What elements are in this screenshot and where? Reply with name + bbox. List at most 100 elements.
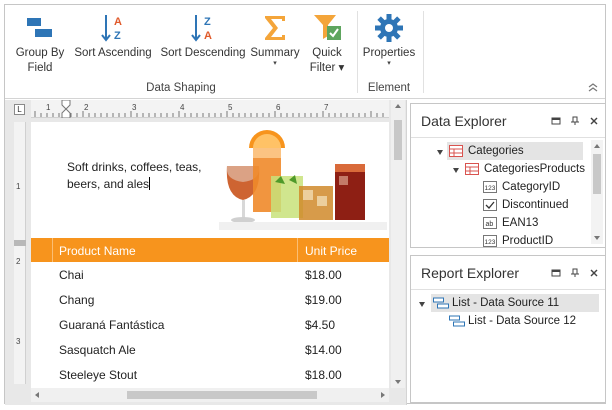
table-row[interactable]: Sasquatch Ale $14.00 bbox=[31, 338, 389, 363]
pin-icon[interactable] bbox=[570, 268, 580, 278]
gear-icon bbox=[372, 11, 406, 45]
tree-item-label: List - Data Source 11 bbox=[452, 297, 560, 309]
sort-descending-label: Sort Descending bbox=[160, 47, 246, 59]
vertical-scrollbar[interactable] bbox=[391, 100, 405, 388]
quick-filter-label-2: Filter ▾ bbox=[309, 62, 345, 74]
svg-text:123: 123 bbox=[485, 239, 496, 246]
svg-text:A: A bbox=[114, 16, 122, 28]
ruler-mark: 3 bbox=[132, 103, 137, 112]
category-picture[interactable] bbox=[219, 126, 387, 230]
report-page[interactable]: Soft drinks, coffees, teas, beers, and a… bbox=[31, 122, 389, 388]
maximize-icon[interactable] bbox=[551, 116, 561, 126]
ruler-mark: 1 bbox=[16, 182, 21, 191]
table-row[interactable]: Guaraná Fantástica $4.50 bbox=[31, 313, 389, 338]
ruler-mark: 2 bbox=[84, 103, 89, 112]
ruler-band-marker bbox=[14, 240, 26, 246]
ruler-mark: 7 bbox=[324, 103, 329, 112]
maximize-icon[interactable] bbox=[551, 268, 561, 278]
data-explorer-panel: Data Explorer Categories CategoriesProdu… bbox=[410, 103, 606, 248]
product-name-cell: Steeleye Stout bbox=[59, 368, 138, 382]
tree-item-discontinued[interactable]: Discontinued bbox=[483, 196, 568, 214]
tree-item-categoryid[interactable]: 123 CategoryID bbox=[483, 178, 560, 196]
collapse-arrow-icon[interactable] bbox=[437, 150, 443, 155]
data-explorer-header: Data Explorer bbox=[411, 104, 605, 138]
svg-text:Z: Z bbox=[114, 30, 121, 42]
table-header[interactable]: Product Name Unit Price bbox=[31, 238, 389, 262]
category-description-label[interactable]: Soft drinks, coffees, teas, beers, and a… bbox=[67, 159, 217, 193]
summary-button[interactable]: Summary ▾ bbox=[247, 11, 303, 79]
data-explorer-scrollbar[interactable] bbox=[591, 140, 603, 244]
column-divider bbox=[297, 238, 298, 262]
group-label-data-shaping: Data Shaping bbox=[146, 82, 216, 94]
table-icon bbox=[465, 163, 479, 175]
svg-text:A: A bbox=[204, 30, 212, 42]
group-separator bbox=[357, 11, 358, 93]
quick-filter-icon bbox=[310, 11, 344, 45]
number-field-icon: 123 bbox=[483, 235, 497, 247]
ruler-mark: 4 bbox=[180, 103, 185, 112]
table-row[interactable]: Chai $18.00 bbox=[31, 263, 389, 288]
product-name-cell: Chang bbox=[59, 293, 95, 307]
tree-item-label: CategoriesProducts bbox=[484, 163, 585, 175]
tree-item-productid[interactable]: 123 ProductID bbox=[483, 232, 553, 250]
collapse-arrow-icon[interactable] bbox=[419, 302, 425, 307]
table-icon bbox=[449, 145, 463, 157]
sort-ascending-button[interactable]: A Z Sort Ascending bbox=[73, 11, 153, 79]
boolean-field-icon bbox=[483, 199, 497, 211]
properties-label: Properties bbox=[362, 47, 416, 59]
tree-item-categories[interactable]: Categories bbox=[447, 142, 583, 160]
summary-dropdown-arrow: ▾ bbox=[273, 60, 277, 67]
report-explorer-header: Report Explorer bbox=[411, 256, 605, 290]
quick-filter-button[interactable]: Quick Filter ▾ bbox=[303, 11, 351, 79]
group-by-field-label-2: Field bbox=[27, 62, 53, 74]
ruler-mark: 2 bbox=[16, 257, 21, 266]
tree-item-label: CategoryID bbox=[502, 181, 561, 193]
sort-descending-button[interactable]: Z A Sort Descending bbox=[157, 11, 249, 79]
table-row[interactable]: Steeleye Stout $18.00 bbox=[31, 363, 389, 388]
list-icon bbox=[433, 297, 449, 309]
properties-button[interactable]: Properties ▾ bbox=[361, 11, 417, 79]
unit-price-cell: $18.00 bbox=[305, 368, 342, 382]
column-header-product-name[interactable]: Product Name bbox=[59, 244, 136, 258]
column-header-unit-price[interactable]: Unit Price bbox=[305, 244, 357, 258]
tree-item-label: Categories bbox=[468, 145, 524, 157]
vertical-ruler: 1 2 3 bbox=[14, 122, 26, 384]
tree-item-list-data-source-11[interactable]: List - Data Source 11 bbox=[431, 294, 599, 312]
unit-price-cell: $14.00 bbox=[305, 343, 342, 357]
tree-item-list-data-source-12[interactable]: List - Data Source 12 bbox=[449, 312, 576, 330]
group-by-field-button[interactable]: Group By Field bbox=[11, 11, 69, 79]
sort-descending-icon: Z A bbox=[186, 11, 220, 45]
collapse-arrow-icon[interactable] bbox=[453, 168, 459, 173]
quick-filter-label: Quick bbox=[312, 47, 342, 59]
pin-icon[interactable] bbox=[570, 116, 580, 126]
summary-icon bbox=[258, 11, 292, 45]
ribbon: Group By Field A Z Sort Ascending Z A So… bbox=[5, 5, 605, 99]
close-icon[interactable] bbox=[589, 268, 599, 278]
summary-label: Summary bbox=[250, 47, 300, 59]
report-design-surface[interactable]: L 1 2 3 4 5 6 7 1 2 3 Soft drinks, coffe… bbox=[5, 100, 407, 405]
ruler-mark: 3 bbox=[16, 337, 21, 346]
tree-item-ean13[interactable]: ab EAN13 bbox=[483, 214, 538, 232]
tree-item-label: Discontinued bbox=[502, 199, 569, 211]
product-name-cell: Guaraná Fantástica bbox=[59, 318, 165, 332]
table-row[interactable]: Chang $19.00 bbox=[31, 288, 389, 313]
horizontal-ruler: 1 2 3 4 5 6 7 bbox=[31, 100, 389, 118]
close-icon[interactable] bbox=[589, 116, 599, 126]
svg-text:123: 123 bbox=[485, 185, 496, 192]
list-icon bbox=[449, 315, 465, 327]
collapse-ribbon-icon[interactable] bbox=[587, 82, 599, 92]
unit-price-cell: $4.50 bbox=[305, 318, 336, 332]
group-separator-2 bbox=[423, 11, 424, 93]
report-explorer-panel: Report Explorer List - Data Source 11 Li… bbox=[410, 255, 606, 403]
category-description-text: Soft drinks, coffees, teas, beers, and a… bbox=[67, 160, 202, 191]
column-divider bbox=[52, 238, 53, 262]
ruler-unit-toggle[interactable]: L bbox=[14, 104, 25, 115]
tree-item-categoriesproducts[interactable]: CategoriesProducts bbox=[465, 160, 585, 178]
group-label-element: Element bbox=[367, 82, 411, 94]
product-name-cell: Sasquatch Ale bbox=[59, 343, 136, 357]
unit-price-cell: $18.00 bbox=[305, 268, 342, 282]
sort-ascending-icon: A Z bbox=[96, 11, 130, 45]
group-by-field-label: Group By bbox=[15, 47, 65, 59]
horizontal-scrollbar[interactable] bbox=[31, 388, 389, 402]
svg-text:Z: Z bbox=[204, 16, 211, 28]
